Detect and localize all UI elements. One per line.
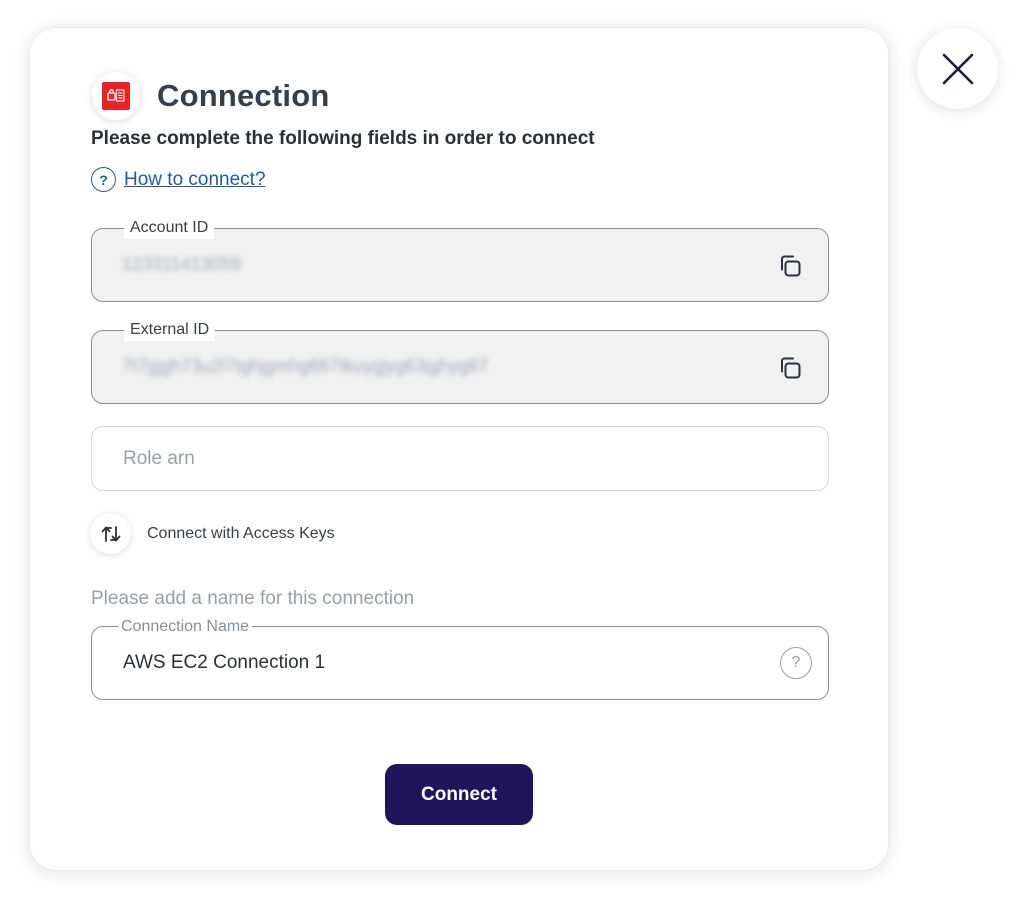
- help-icon[interactable]: ?: [780, 647, 812, 679]
- connect-button[interactable]: Connect: [385, 764, 533, 825]
- close-button[interactable]: [917, 28, 998, 109]
- question-icon: ?: [91, 167, 116, 192]
- modal-subtitle: Please complete the following fields in …: [91, 128, 595, 149]
- page: Connection Please complete the following…: [0, 0, 1024, 897]
- modal-title: Connection: [157, 78, 330, 113]
- connection-name-hint: Please add a name for this connection: [91, 588, 415, 609]
- role-arn-input[interactable]: [92, 427, 828, 490]
- connection-modal: Connection Please complete the following…: [30, 28, 888, 870]
- how-to-connect-link[interactable]: ? How to connect?: [91, 167, 266, 192]
- connect-with-access-keys-label: Connect with Access Keys: [147, 524, 335, 542]
- modal-header: Connection: [92, 72, 330, 120]
- swap-arrows-icon[interactable]: [90, 513, 131, 554]
- close-icon: [942, 53, 973, 84]
- aws-ec2-logo: [92, 72, 140, 120]
- how-to-connect-label[interactable]: How to connect?: [124, 169, 266, 191]
- account-id-value: 123311413059: [122, 254, 241, 274]
- external-id-value: 7t7gjgh73u2l7tghjgmhg667tkuygjyg63gjhyg8…: [122, 356, 489, 376]
- aws-ec2-logo-icon: [102, 82, 130, 110]
- connect-with-access-keys[interactable]: Connect with Access Keys: [90, 513, 335, 554]
- account-id-label: Account ID: [124, 217, 215, 239]
- external-id-label: External ID: [124, 319, 216, 341]
- copy-icon[interactable]: [776, 354, 804, 382]
- role-arn-field: [91, 426, 829, 491]
- copy-icon[interactable]: [776, 252, 804, 280]
- connection-name-field: Connection Name ?: [91, 616, 829, 700]
- external-id-field: External ID 7t7gjgh73u2l7tghjgmhg667tkuy…: [91, 319, 829, 404]
- connection-name-input[interactable]: [92, 627, 828, 699]
- account-id-field: Account ID 123311413059: [91, 217, 829, 302]
